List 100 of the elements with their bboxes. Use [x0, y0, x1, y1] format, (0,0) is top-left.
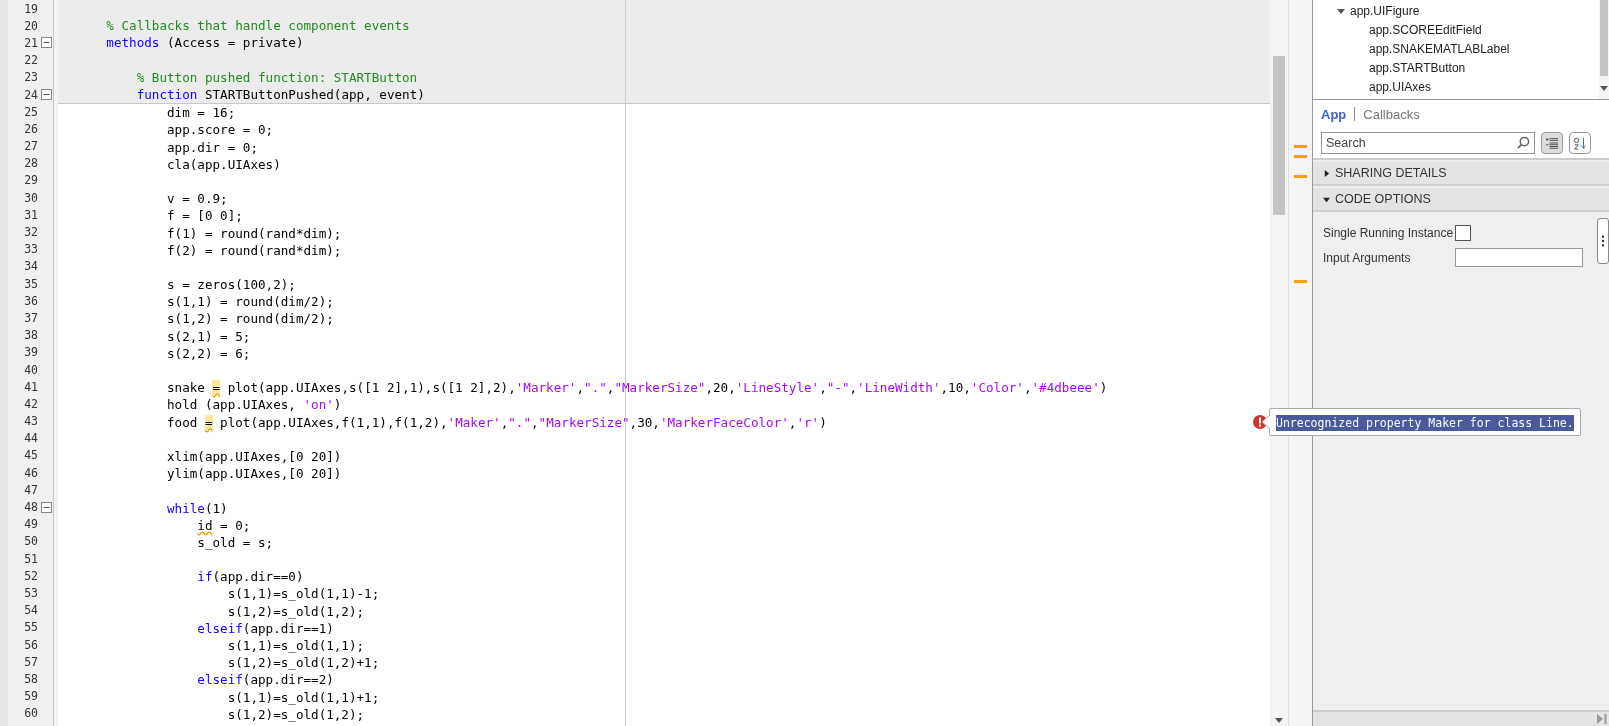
line-number: 27	[24, 139, 39, 154]
line-number: 52	[24, 568, 39, 583]
scrollbar-thumb[interactable]	[1600, 0, 1608, 76]
code-line: s = zeros(100,2);	[166, 277, 296, 293]
tree-item[interactable]: app.SCOREEditField	[1369, 22, 1482, 37]
code-line: s(1,2)=s_old(1,2);	[226, 603, 365, 619]
line-number: 21	[24, 35, 39, 50]
line-number: 59	[24, 689, 39, 704]
warning-marker[interactable]	[1294, 280, 1307, 283]
line-number: 28	[24, 156, 39, 171]
line-number: 48	[24, 500, 39, 515]
code-line: s(1,2) = round(dim/2);	[166, 311, 334, 327]
line-number: 35	[24, 276, 39, 291]
property-label: Input Arguments	[1323, 250, 1412, 265]
input-field[interactable]	[1455, 248, 1583, 267]
line-number: 31	[24, 207, 39, 222]
code-line: snake = plot(app.UIAxes,s([1 2],1),s([1 2],2),'Marker',".","MarkerSize",20,'LineStyle',"-",'LineWidth',10,'Color','#4dbeee')	[166, 380, 1108, 396]
line-number: 47	[24, 482, 39, 497]
code-line: dim = 16;	[166, 105, 236, 121]
collapse-icon[interactable]	[41, 37, 52, 49]
error-message: Unrecognized property Maker for class Line.	[1276, 414, 1574, 431]
code-line: s(1,2)=s_old(1,2);	[226, 706, 365, 722]
line-number: 45	[24, 448, 39, 463]
line-number: 38	[24, 328, 39, 343]
code-line: id = 0;	[196, 517, 251, 533]
code-line: app.score = 0;	[166, 122, 274, 138]
code-line: if(app.dir==0)	[196, 569, 304, 585]
code-line: function STARTButtonPushed(app, event)	[135, 87, 425, 103]
code-line: f(1) = round(rand*dim);	[166, 225, 342, 241]
code-line: s(1,1)=s_old(1,1);	[226, 638, 365, 654]
more-options-button[interactable]	[1597, 218, 1609, 264]
line-number: 36	[24, 293, 39, 308]
line-number: 22	[24, 53, 39, 68]
line-number: 40	[24, 362, 39, 377]
code-line: elseif(app.dir==1)	[196, 620, 334, 636]
line-number: 20	[24, 18, 39, 33]
line-number: 58	[24, 671, 39, 686]
code-line: xlim(app.UIAxes,[0 20])	[166, 448, 342, 464]
sort-button[interactable]	[1569, 132, 1591, 154]
code-line: s(2,1) = 5;	[166, 328, 251, 344]
code-line: s(2,2) = 6;	[166, 345, 251, 361]
tab[interactable]: App	[1321, 106, 1347, 122]
checkbox[interactable]	[1455, 224, 1471, 241]
line-number: 34	[24, 259, 39, 274]
tab[interactable]: Callbacks	[1363, 106, 1420, 122]
code-line: elseif(app.dir==2)	[196, 672, 334, 688]
line-number: 29	[24, 173, 39, 188]
line-number: 30	[24, 190, 39, 205]
list-view-button[interactable]	[1541, 132, 1563, 154]
code-line: while(1)	[166, 500, 228, 516]
code-line: methods (Access = private)	[105, 35, 304, 51]
code-line: v = 0.9;	[166, 191, 228, 207]
caret-icon[interactable]	[1337, 6, 1345, 15]
collapse-icon[interactable]	[41, 89, 52, 101]
tree-item[interactable]: app.UIAxes	[1369, 80, 1432, 95]
code-line: ylim(app.UIAxes,[0 20])	[166, 466, 342, 482]
tree-item[interactable]: app.SNAKEMATLABLabel	[1369, 41, 1510, 56]
code-line: cla(app.UIAxes)	[166, 156, 281, 172]
line-number: 26	[24, 121, 39, 136]
tree-item[interactable]: app.UIFigure	[1350, 3, 1420, 18]
collapse-icon[interactable]	[41, 501, 52, 513]
warning-marker[interactable]	[1294, 155, 1307, 158]
line-number: 53	[24, 585, 39, 600]
scroll-down-icon[interactable]	[1600, 86, 1608, 91]
line-number: 55	[24, 620, 39, 635]
line-number: 43	[24, 414, 39, 429]
code-line: f(2) = round(rand*dim);	[166, 242, 342, 258]
line-number: 42	[24, 396, 39, 411]
line-number: 25	[24, 104, 39, 119]
code-line: s(1,1)=s_old(1,1)+1;	[226, 689, 380, 705]
warning-marker[interactable]	[1294, 175, 1307, 178]
more-icon	[1601, 234, 1605, 248]
section-header[interactable]: SHARING DETAILS	[1313, 162, 1609, 186]
line-number: 50	[24, 534, 39, 549]
section-header[interactable]: CODE OPTIONS	[1313, 188, 1609, 212]
line-number: 49	[24, 517, 39, 532]
warning-marker[interactable]	[1294, 145, 1307, 148]
line-number: 37	[24, 310, 39, 325]
search-icon	[1517, 136, 1530, 149]
search-field[interactable]: Search	[1321, 132, 1535, 154]
line-number: 57	[24, 654, 39, 669]
line-number: 33	[24, 242, 39, 257]
code-line: app.dir = 0;	[166, 139, 258, 155]
scrollbar-thumb[interactable]	[1273, 56, 1285, 215]
code-line: food = plot(app.UIAxes,f(1,1),f(1,2),'Maker',".","MarkerSize",30,'MarkerFaceColor','r')	[166, 414, 827, 430]
scroll-down-icon[interactable]	[1275, 718, 1283, 723]
line-number: 41	[24, 379, 39, 394]
line-number: 46	[24, 465, 39, 480]
property-label: Single Running Instance	[1323, 225, 1451, 240]
line-number: 19	[24, 1, 39, 16]
code-line: s(1,1)=s_old(1,1)-1;	[226, 586, 380, 602]
code-line: hold (app.UIAxes, 'on')	[166, 397, 342, 413]
tree-item[interactable]: app.STARTButton	[1369, 61, 1466, 76]
line-number: 32	[24, 225, 39, 240]
code-line: s(1,1) = round(dim/2);	[166, 294, 334, 310]
scroll-end-icon[interactable]	[1597, 714, 1607, 724]
line-number: 24	[24, 87, 39, 102]
line-number: 60	[24, 706, 39, 721]
code-line: s(1,2)=s_old(1,2)+1;	[226, 655, 380, 671]
line-number: 56	[24, 637, 39, 652]
